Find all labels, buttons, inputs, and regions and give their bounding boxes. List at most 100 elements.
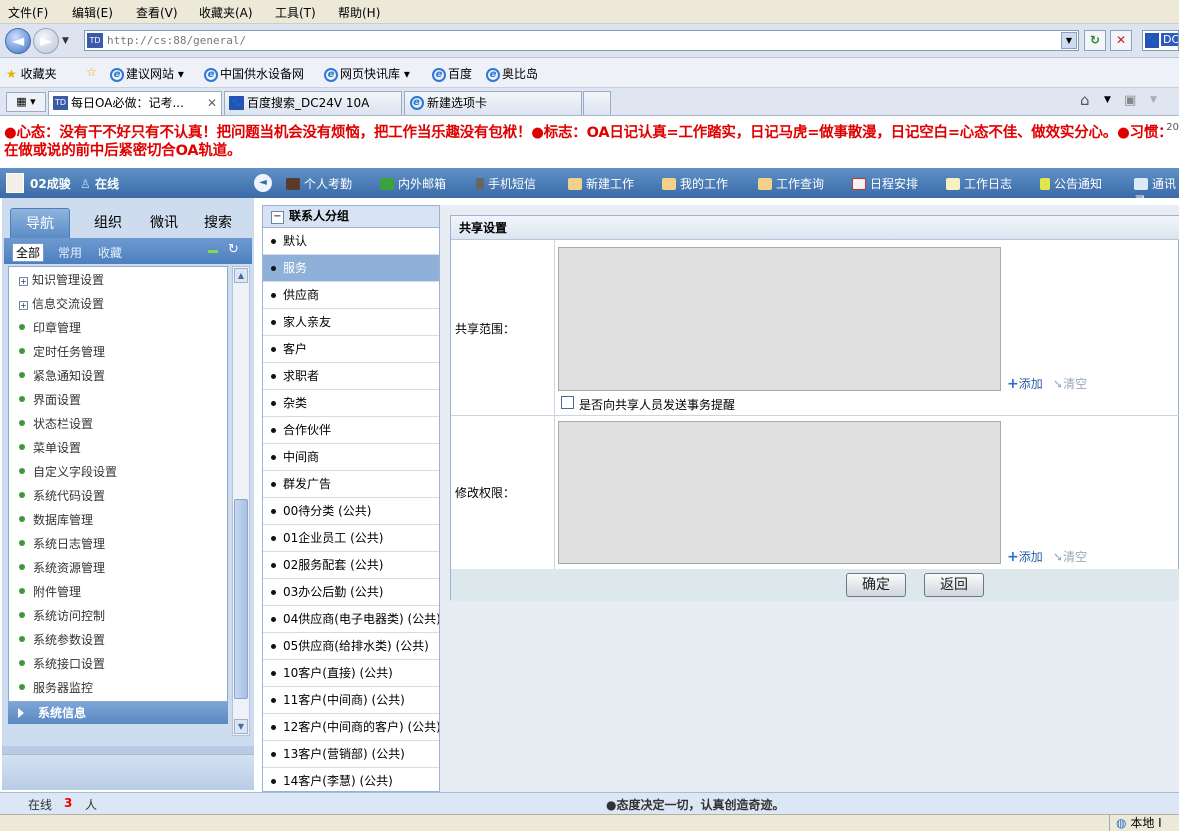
notify-checkbox[interactable] [561,396,574,409]
fav-item-webslice[interactable]: e 网页快讯库 ▾ [324,65,410,82]
oa-menu-attendance[interactable]: 个人考勤 [286,175,352,192]
oa-menu-work-query[interactable]: 工作查询 [758,175,824,192]
security-zone[interactable]: ◍ 本地 I [1109,815,1179,831]
nav-item[interactable]: 紧急通知设置 [19,367,105,385]
nav-item[interactable]: 界面设置 [19,391,81,409]
back-button[interactable]: ◄ [5,28,31,54]
home-dropdown-icon[interactable]: ▼ [1104,95,1111,105]
contact-group-item[interactable]: 客户 [263,336,439,363]
contact-group-item[interactable]: 01企业员工 (公共) [263,525,439,552]
oa-menu-new-work[interactable]: 新建工作 [568,175,634,192]
forward-button[interactable]: ► [33,28,59,54]
oa-menu-sms[interactable]: 手机短信 [476,175,536,192]
tab-organization[interactable]: 组织 [78,208,138,238]
nav-item[interactable]: 定时任务管理 [19,343,105,361]
oa-menu-schedule[interactable]: 日程安排 [852,175,918,192]
nav-item[interactable]: 系统代码设置 [19,487,105,505]
tab-navigation[interactable]: 导航 [10,208,70,238]
new-tab-button[interactable] [583,91,611,115]
share-range-clear-link[interactable]: ➘清空 [1053,375,1087,392]
oa-menu-mail[interactable]: 内外邮箱 [380,175,446,192]
subtab-common[interactable]: 常用 [58,244,82,261]
contact-group-item[interactable]: 05供应商(给排水类) (公共) [263,633,439,660]
contact-group-item[interactable]: 默认 [263,228,439,255]
collapse-icon[interactable] [208,250,218,253]
tab-new[interactable]: e 新建选项卡 [404,91,582,115]
refresh-icon[interactable]: ↻ [228,242,239,257]
avatar[interactable] [6,173,24,193]
nav-item[interactable]: 菜单设置 [19,439,81,457]
scroll-up-icon[interactable]: ▲ [234,268,248,283]
fav-item-baidu[interactable]: e 百度 [432,65,472,82]
contact-group-item[interactable]: 14客户(李慧) (公共) [263,768,439,791]
oa-menu-address-book[interactable]: 通讯录 [1134,175,1179,209]
modify-add-link[interactable]: +添加 [1007,548,1043,565]
contact-group-item[interactable]: 中间商 [263,444,439,471]
nav-item[interactable]: 系统日志管理 [19,535,105,553]
tab-daily-oa[interactable]: TD 每日OA必做：记考... ✕ [48,91,222,115]
oa-menu-notice[interactable]: 公告通知 [1040,175,1102,192]
refresh-button[interactable]: ↻ [1084,30,1106,51]
quick-tabs-button[interactable]: ▦ ▾ [6,92,46,112]
search-box[interactable]: 🐾 DC [1142,30,1179,51]
contact-group-item[interactable]: 家人亲友 [263,309,439,336]
contact-group-item[interactable]: 03办公后勤 (公共) [263,579,439,606]
nav-item-info-exchange[interactable]: + 信息交流设置 [19,295,104,313]
share-range-add-link[interactable]: +添加 [1007,375,1043,392]
contact-group-item[interactable]: 13客户(营销部) (公共) [263,741,439,768]
subtab-all[interactable]: 全部 [12,243,45,262]
nav-item[interactable]: 状态栏设置 [19,415,93,433]
tab-baidu-search[interactable]: 🐾 百度搜索_DC24V 10A [224,91,402,115]
scroll-thumb[interactable] [234,499,248,699]
nav-item[interactable]: 数据库管理 [19,511,93,529]
feeds-icon[interactable]: ▣ [1124,93,1136,108]
oa-menu-work-log[interactable]: 工作日志 [946,175,1012,192]
contact-group-item[interactable]: 04供应商(电子电器类) (公共) [263,606,439,633]
user-status[interactable]: ♙ 在线 [80,175,119,192]
fav-item-suggested[interactable]: e 建议网站 ▾ [110,65,184,82]
oa-menu-my-work[interactable]: 我的工作 [662,175,728,192]
tab-search[interactable]: 搜索 [188,208,248,238]
favorites-button[interactable]: ★ 收藏夹 [6,65,57,82]
fav-item-water-supply[interactable]: e 中国供水设备网 [204,65,304,82]
contact-group-item[interactable]: 10客户(直接) (公共) [263,660,439,687]
fav-item-aobi[interactable]: e 奥比岛 [486,65,538,82]
nav-item[interactable]: 印章管理 [19,319,81,337]
menu-help[interactable]: 帮助(H) [338,4,380,21]
scroll-down-icon[interactable]: ▼ [234,719,248,734]
menu-favorites[interactable]: 收藏夹(A) [199,4,253,21]
contact-group-item[interactable]: 杂类 [263,390,439,417]
menu-edit[interactable]: 编辑(E) [72,4,113,21]
nav-item[interactable]: 自定义字段设置 [19,463,117,481]
nav-item[interactable]: 系统参数设置 [19,631,105,649]
nav-scrollbar[interactable]: ▲ ▼ [232,266,250,736]
nav-item[interactable]: 系统访问控制 [19,607,105,625]
nav-item[interactable]: 系统资源管理 [19,559,105,577]
contact-group-item[interactable]: 供应商 [263,282,439,309]
nav-group-system-info[interactable]: 系统信息 [8,702,228,724]
user-name[interactable]: 02成骏 [30,175,71,192]
nav-item[interactable]: 服务器监控 [19,679,93,697]
nav-item[interactable]: 系统接口设置 [19,655,105,673]
contact-group-item[interactable]: 合作伙伴 [263,417,439,444]
home-icon[interactable]: ⌂ [1080,91,1090,109]
history-dropdown-icon[interactable]: ▼ [62,36,69,46]
subtab-favorites[interactable]: 收藏 [98,244,122,261]
add-favorite-icon[interactable]: ☆ [86,65,97,79]
address-bar[interactable]: TD http://cs:88/general/ ▼ [84,30,1079,51]
contact-group-item[interactable]: 11客户(中间商) (公共) [263,687,439,714]
contact-group-item[interactable]: 求职者 [263,363,439,390]
contact-group-item[interactable]: 02服务配套 (公共) [263,552,439,579]
tab-microchat[interactable]: 微讯 [134,208,194,238]
back-button[interactable]: 返回 [924,573,984,597]
online-count[interactable]: 3 [64,796,72,810]
menu-file[interactable]: 文件(F) [8,4,48,21]
modify-clear-link[interactable]: ➘清空 [1053,548,1087,565]
address-dropdown-icon[interactable]: ▼ [1061,32,1077,49]
contact-group-item-selected[interactable]: 服务 [263,255,439,282]
menu-tools[interactable]: 工具(T) [275,4,316,21]
collapse-left-icon[interactable]: ◄ [254,174,272,192]
contact-group-item[interactable]: 群发广告 [263,471,439,498]
nav-item-knowledge[interactable]: + 知识管理设置 [19,271,104,289]
contact-group-item[interactable]: 12客户(中间商的客户) (公共) [263,714,439,741]
